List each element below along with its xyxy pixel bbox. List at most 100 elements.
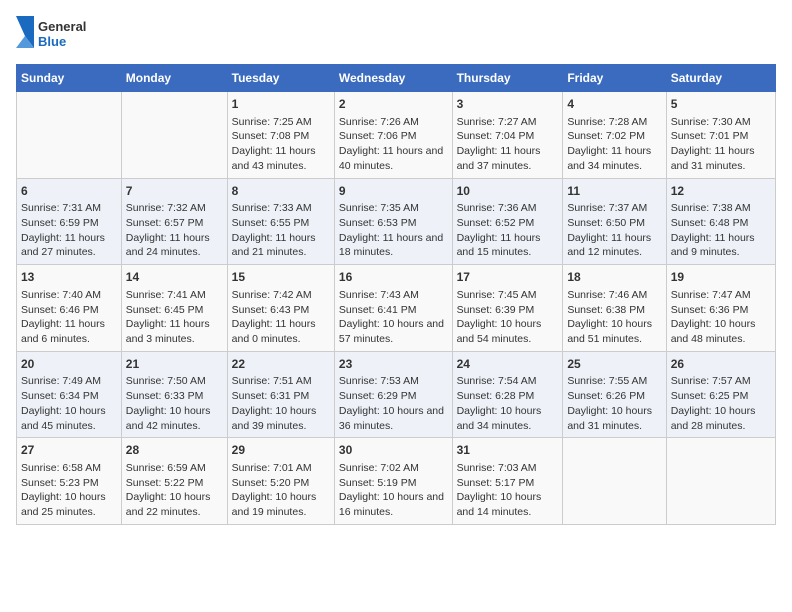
calendar-cell: 30Sunrise: 7:02 AM Sunset: 5:19 PM Dayli… — [334, 438, 452, 525]
day-content: Sunrise: 7:45 AM Sunset: 6:39 PM Dayligh… — [457, 288, 559, 347]
day-number: 31 — [457, 442, 559, 459]
day-number: 2 — [339, 96, 448, 113]
day-content: Sunrise: 6:59 AM Sunset: 5:22 PM Dayligh… — [126, 461, 223, 520]
calendar-cell: 9Sunrise: 7:35 AM Sunset: 6:53 PM Daylig… — [334, 178, 452, 265]
day-number: 23 — [339, 356, 448, 373]
calendar-cell: 10Sunrise: 7:36 AM Sunset: 6:52 PM Dayli… — [452, 178, 563, 265]
calendar-cell: 13 Sunrise: 7:40 AM Sunset: 6:46 PM Dayli… — [17, 265, 122, 352]
day-content: Sunrise: 6:58 AM Sunset: 5:23 PM Dayligh… — [21, 461, 117, 520]
day-number: 1 — [232, 96, 330, 113]
weekday-header: Saturday — [666, 65, 775, 92]
calendar-cell: 2 Sunrise: 7:26 AM Sunset: 7:06 PM Daylig… — [334, 92, 452, 179]
day-content: Sunrise: 7:47 AM Sunset: 6:36 PM Dayligh… — [671, 288, 771, 347]
day-number: 10 — [457, 183, 559, 200]
day-content: Sunrise: 7:37 AM Sunset: 6:50 PM Dayligh… — [567, 201, 661, 260]
weekday-row: SundayMondayTuesdayWednesdayThursdayFrid… — [17, 65, 776, 92]
logo-general-text: General — [38, 19, 86, 34]
calendar-cell — [121, 92, 227, 179]
day-content: Sunrise: 7:31 AM Sunset: 6:59 PM Dayligh… — [21, 201, 117, 260]
day-number: 17 — [457, 269, 559, 286]
day-content: Sunrise: 7:43 AM Sunset: 6:41 PM Dayligh… — [339, 288, 448, 347]
calendar-cell: 27 Sunrise: 6:58 AM Sunset: 5:23 PM Dayli… — [17, 438, 122, 525]
day-number: 19 — [671, 269, 771, 286]
calendar-cell: 24Sunrise: 7:54 AM Sunset: 6:28 PM Dayli… — [452, 351, 563, 438]
day-number: 13 — [21, 269, 117, 286]
calendar-cell: 28 Sunrise: 6:59 AM Sunset: 5:22 PM Dayli… — [121, 438, 227, 525]
weekday-header: Monday — [121, 65, 227, 92]
logo-svg: General Blue — [16, 16, 106, 54]
calendar-cell: 22Sunrise: 7:51 AM Sunset: 6:31 PM Dayli… — [227, 351, 334, 438]
weekday-header: Friday — [563, 65, 666, 92]
calendar-body: 1 Sunrise: 7:25 AM Sunset: 7:08 PM Daylig… — [17, 92, 776, 525]
day-content: Sunrise: 7:25 AM Sunset: 7:08 PM Dayligh… — [232, 115, 330, 174]
calendar-cell: 3 Sunrise: 7:27 AM Sunset: 7:04 PM Daylig… — [452, 92, 563, 179]
weekday-header: Sunday — [17, 65, 122, 92]
page-header: General Blue — [16, 16, 776, 54]
calendar-cell: 20Sunrise: 7:49 AM Sunset: 6:34 PM Dayli… — [17, 351, 122, 438]
day-number: 28 — [126, 442, 223, 459]
day-number: 27 — [21, 442, 117, 459]
calendar-cell: 7Sunrise: 7:32 AM Sunset: 6:57 PM Daylig… — [121, 178, 227, 265]
weekday-header: Wednesday — [334, 65, 452, 92]
calendar-cell: 31 Sunrise: 7:03 AM Sunset: 5:17 PM Dayli… — [452, 438, 563, 525]
day-content: Sunrise: 7:49 AM Sunset: 6:34 PM Dayligh… — [21, 374, 117, 433]
day-number: 14 — [126, 269, 223, 286]
day-content: Sunrise: 7:38 AM Sunset: 6:48 PM Dayligh… — [671, 201, 771, 260]
day-number: 8 — [232, 183, 330, 200]
day-number: 21 — [126, 356, 223, 373]
day-content: Sunrise: 7:28 AM Sunset: 7:02 PM Dayligh… — [567, 115, 661, 174]
calendar-row: 27 Sunrise: 6:58 AM Sunset: 5:23 PM Dayli… — [17, 438, 776, 525]
day-number: 18 — [567, 269, 661, 286]
calendar-row: 20Sunrise: 7:49 AM Sunset: 6:34 PM Dayli… — [17, 351, 776, 438]
calendar-header: SundayMondayTuesdayWednesdayThursdayFrid… — [17, 65, 776, 92]
day-content: Sunrise: 7:40 AM Sunset: 6:46 PM Dayligh… — [21, 288, 117, 347]
logo-blue-text: Blue — [38, 34, 66, 49]
day-content: Sunrise: 7:35 AM Sunset: 6:53 PM Dayligh… — [339, 201, 448, 260]
calendar-cell — [563, 438, 666, 525]
day-content: Sunrise: 7:51 AM Sunset: 6:31 PM Dayligh… — [232, 374, 330, 433]
day-number: 5 — [671, 96, 771, 113]
calendar-cell: 6Sunrise: 7:31 AM Sunset: 6:59 PM Daylig… — [17, 178, 122, 265]
day-number: 20 — [21, 356, 117, 373]
day-number: 22 — [232, 356, 330, 373]
day-content: Sunrise: 7:30 AM Sunset: 7:01 PM Dayligh… — [671, 115, 771, 174]
day-number: 7 — [126, 183, 223, 200]
calendar-cell: 8Sunrise: 7:33 AM Sunset: 6:55 PM Daylig… — [227, 178, 334, 265]
day-content: Sunrise: 7:57 AM Sunset: 6:25 PM Dayligh… — [671, 374, 771, 433]
day-number: 26 — [671, 356, 771, 373]
day-number: 3 — [457, 96, 559, 113]
calendar-table: SundayMondayTuesdayWednesdayThursdayFrid… — [16, 64, 776, 525]
day-number: 24 — [457, 356, 559, 373]
day-number: 25 — [567, 356, 661, 373]
calendar-cell: 23Sunrise: 7:53 AM Sunset: 6:29 PM Dayli… — [334, 351, 452, 438]
day-content: Sunrise: 7:36 AM Sunset: 6:52 PM Dayligh… — [457, 201, 559, 260]
calendar-cell — [666, 438, 775, 525]
calendar-row: 6Sunrise: 7:31 AM Sunset: 6:59 PM Daylig… — [17, 178, 776, 265]
day-number: 12 — [671, 183, 771, 200]
calendar-cell: 17 Sunrise: 7:45 AM Sunset: 6:39 PM Dayli… — [452, 265, 563, 352]
logo: General Blue — [16, 16, 106, 54]
day-content: Sunrise: 7:54 AM Sunset: 6:28 PM Dayligh… — [457, 374, 559, 433]
calendar-cell: 1 Sunrise: 7:25 AM Sunset: 7:08 PM Daylig… — [227, 92, 334, 179]
calendar-cell: 21Sunrise: 7:50 AM Sunset: 6:33 PM Dayli… — [121, 351, 227, 438]
calendar-row: 13 Sunrise: 7:40 AM Sunset: 6:46 PM Dayli… — [17, 265, 776, 352]
day-content: Sunrise: 7:03 AM Sunset: 5:17 PM Dayligh… — [457, 461, 559, 520]
calendar-cell: 18Sunrise: 7:46 AM Sunset: 6:38 PM Dayli… — [563, 265, 666, 352]
calendar-cell: 4Sunrise: 7:28 AM Sunset: 7:02 PM Daylig… — [563, 92, 666, 179]
calendar-cell — [17, 92, 122, 179]
day-number: 30 — [339, 442, 448, 459]
day-content: Sunrise: 7:42 AM Sunset: 6:43 PM Dayligh… — [232, 288, 330, 347]
day-number: 16 — [339, 269, 448, 286]
day-content: Sunrise: 7:32 AM Sunset: 6:57 PM Dayligh… — [126, 201, 223, 260]
day-number: 11 — [567, 183, 661, 200]
day-content: Sunrise: 7:27 AM Sunset: 7:04 PM Dayligh… — [457, 115, 559, 174]
day-number: 15 — [232, 269, 330, 286]
day-content: Sunrise: 7:50 AM Sunset: 6:33 PM Dayligh… — [126, 374, 223, 433]
day-content: Sunrise: 7:26 AM Sunset: 7:06 PM Dayligh… — [339, 115, 448, 174]
calendar-cell: 5 Sunrise: 7:30 AM Sunset: 7:01 PM Daylig… — [666, 92, 775, 179]
calendar-cell: 29Sunrise: 7:01 AM Sunset: 5:20 PM Dayli… — [227, 438, 334, 525]
calendar-cell: 19 Sunrise: 7:47 AM Sunset: 6:36 PM Dayli… — [666, 265, 775, 352]
day-content: Sunrise: 7:01 AM Sunset: 5:20 PM Dayligh… — [232, 461, 330, 520]
day-content: Sunrise: 7:33 AM Sunset: 6:55 PM Dayligh… — [232, 201, 330, 260]
day-number: 6 — [21, 183, 117, 200]
